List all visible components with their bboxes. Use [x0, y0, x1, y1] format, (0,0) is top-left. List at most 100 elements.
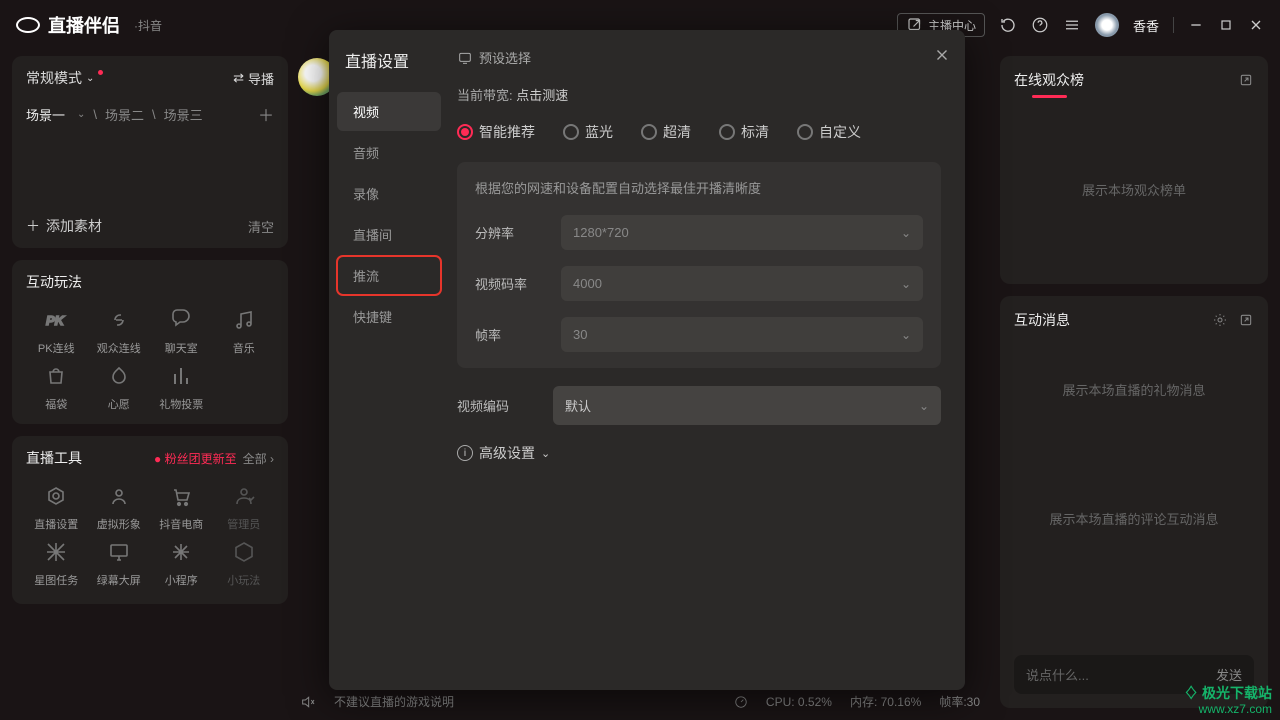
scene-tabs: 场景一⌄ \ 场景二 \ 场景三 ＋	[26, 102, 274, 126]
tool-item-avatar[interactable]: 虚拟形象	[89, 482, 150, 532]
svg-text:PK: PK	[46, 313, 66, 328]
app-title: 直播伴侣	[48, 12, 120, 38]
chevron-down-icon: ⌄	[86, 73, 94, 84]
vote-icon	[166, 362, 196, 390]
status-warning[interactable]: 不建议直播的游戏说明	[334, 693, 454, 710]
refresh-icon[interactable]	[999, 16, 1017, 34]
scene-tab-3[interactable]: 场景三	[164, 105, 203, 124]
mute-icon[interactable]	[300, 694, 316, 710]
gear-icon	[41, 482, 71, 510]
interaction-item-link[interactable]: 观众连线	[89, 306, 150, 356]
tools-update: ● 粉丝团更新至	[154, 450, 237, 467]
tools-panel: 直播工具 ● 粉丝团更新至 全部 › 直播设置虚拟形象抖音电商管理员星图任务绿幕…	[12, 436, 288, 604]
quality-detail-box: 根据您的网速和设备配置自动选择最佳开播清晰度 分辨率 1280*720⌄ 视频码…	[457, 162, 941, 368]
help-icon[interactable]	[1031, 16, 1049, 34]
status-cpu: CPU: 0.52%	[766, 695, 832, 709]
modal-body: 预设选择 当前带宽: 点击测速 智能推荐 蓝光 超清 标清 自定义 根据您的网速…	[449, 30, 965, 690]
tool-item-cart[interactable]: 抖音电商	[151, 482, 212, 532]
interaction-item-vote[interactable]: 礼物投票	[151, 362, 212, 412]
star-icon	[41, 538, 71, 566]
add-scene-button[interactable]: ＋	[258, 102, 274, 126]
modal-close-button[interactable]	[933, 46, 951, 64]
dashboard-icon	[734, 695, 748, 709]
info-icon: i	[457, 445, 473, 461]
tools-title: 直播工具	[26, 448, 82, 468]
minimize-button[interactable]	[1188, 17, 1204, 33]
message-panel: 互动消息 展示本场直播的礼物消息 展示本场直播的评论互动消息 说点什么... 发…	[1000, 296, 1268, 708]
clear-button[interactable]: 清空	[248, 217, 274, 236]
close-button[interactable]	[1248, 17, 1264, 33]
tool-item-admin[interactable]: 管理员	[214, 482, 275, 532]
modal-tab-hotkey[interactable]: 快捷键	[337, 297, 441, 336]
mode-selector[interactable]: 常规模式	[26, 68, 82, 88]
radio-bluray[interactable]: 蓝光	[563, 122, 613, 142]
logo-icon	[16, 17, 40, 33]
scene-tab-2[interactable]: 场景二	[105, 105, 144, 124]
audience-title: 在线观众榜	[1014, 70, 1084, 90]
scene-panel: 常规模式 ⌄ ⇄ 导播 场景一⌄ \ 场景二 \ 场景三 ＋ ＋ 添加素材 清空	[12, 56, 288, 248]
status-mem: 内存: 70.16%	[850, 693, 921, 710]
maximize-button[interactable]	[1218, 17, 1234, 33]
play-icon	[229, 538, 259, 566]
preset-header: 预设选择	[457, 48, 941, 67]
screen-icon	[104, 538, 134, 566]
gift-placeholder: 展示本场直播的礼物消息	[1014, 380, 1254, 399]
speedtest-link[interactable]: 点击测速	[516, 85, 568, 104]
menu-icon[interactable]	[1063, 16, 1081, 34]
interaction-item-bag[interactable]: 福袋	[26, 362, 87, 412]
preset-icon	[457, 50, 473, 66]
interaction-title: 互动玩法	[26, 272, 82, 292]
interaction-item-music[interactable]: 音乐	[214, 306, 275, 356]
app-subtitle: ·抖音	[134, 17, 162, 34]
add-material-button[interactable]: 添加素材	[46, 216, 102, 236]
modal-tab-room[interactable]: 直播间	[337, 215, 441, 254]
modal-sidebar: 视频 音频 录像 直播间 推流 快捷键	[329, 30, 449, 690]
plus-icon: ＋	[26, 216, 40, 236]
scene-tab-1[interactable]: 场景一	[26, 105, 65, 124]
radio-custom[interactable]: 自定义	[797, 122, 861, 142]
popout-icon[interactable]	[1238, 72, 1254, 88]
modal-tab-audio[interactable]: 音频	[337, 133, 441, 172]
modal-tab-record[interactable]: 录像	[337, 174, 441, 213]
fps-select[interactable]: 30⌄	[561, 317, 923, 352]
status-bar: 不建议直播的游戏说明 CPU: 0.52% 内存: 70.16% 帧率:30	[300, 693, 980, 710]
tools-all-link[interactable]: 全部 ›	[243, 450, 274, 467]
interaction-item-wish[interactable]: 心愿	[89, 362, 150, 412]
resolution-select[interactable]: 1280*720⌄	[561, 215, 923, 250]
bitrate-select[interactable]: 4000⌄	[561, 266, 923, 301]
user-name: 香香	[1133, 16, 1159, 35]
quality-desc: 根据您的网速和设备配置自动选择最佳开播清晰度	[475, 178, 923, 197]
admin-icon	[229, 482, 259, 510]
gear-icon[interactable]	[1212, 312, 1228, 328]
chat-icon	[166, 306, 196, 334]
cart-icon	[166, 482, 196, 510]
comment-placeholder: 展示本场直播的评论互动消息	[1014, 509, 1254, 528]
modal-tab-push[interactable]: 推流	[337, 256, 441, 295]
tool-item-star[interactable]: 星图任务	[26, 538, 87, 588]
interaction-item-chat[interactable]: 聊天室	[151, 306, 212, 356]
director-toggle[interactable]: ⇄ 导播	[233, 69, 274, 88]
avatar[interactable]	[1095, 13, 1119, 37]
tool-item-screen[interactable]: 绿幕大屏	[89, 538, 150, 588]
radio-smart[interactable]: 智能推荐	[457, 122, 535, 142]
modal-title: 直播设置	[345, 48, 409, 72]
settings-modal: 直播设置 视频 音频 录像 直播间 推流 快捷键 预设选择 当前带宽: 点击测速…	[329, 30, 965, 690]
bandwidth-row: 当前带宽: 点击测速	[457, 85, 941, 104]
divider	[1173, 17, 1174, 33]
radio-hd[interactable]: 超清	[641, 122, 691, 142]
tool-item-mini[interactable]: 小程序	[151, 538, 212, 588]
modal-tab-video[interactable]: 视频	[337, 92, 441, 131]
wish-icon	[104, 362, 134, 390]
interaction-item-pk[interactable]: PKPK连线	[26, 306, 87, 356]
watermark: ♢ 极光下载站 www.xz7.com	[1184, 685, 1272, 716]
popout-icon[interactable]	[1238, 312, 1254, 328]
advanced-toggle[interactable]: i 高级设置 ⌄	[457, 443, 941, 463]
send-button[interactable]: 发送	[1216, 665, 1242, 684]
tool-item-play[interactable]: 小玩法	[214, 538, 275, 588]
tool-item-gear[interactable]: 直播设置	[26, 482, 87, 532]
music-icon	[229, 306, 259, 334]
codec-select[interactable]: 默认⌄	[553, 386, 941, 425]
message-title: 互动消息	[1014, 310, 1070, 330]
radio-sd[interactable]: 标清	[719, 122, 769, 142]
interaction-panel: 互动玩法 PKPK连线观众连线聊天室音乐福袋心愿礼物投票	[12, 260, 288, 424]
